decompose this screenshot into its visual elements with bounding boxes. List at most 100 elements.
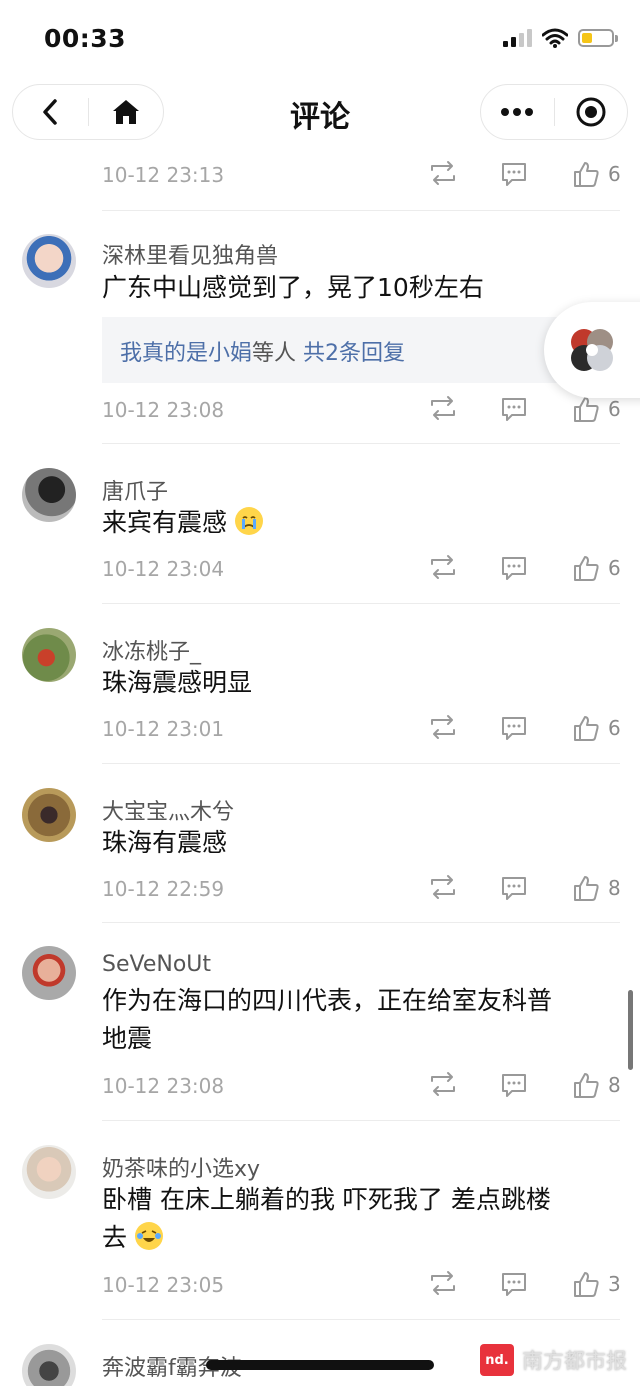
reply-button[interactable] [500, 874, 528, 902]
reply-summary[interactable]: 我真的是小娟等人 共2条回复 [102, 317, 620, 383]
thumbs-up-icon [574, 876, 599, 901]
comment-bubble-icon [502, 717, 526, 740]
share-button[interactable] [428, 554, 458, 580]
like-count: 6 [608, 397, 621, 421]
avatar[interactable] [22, 1344, 76, 1386]
like-count: 6 [608, 162, 621, 186]
comment-item: 唐爪子 来宾有震感 10-12 23:04 6 [0, 444, 640, 604]
like-button[interactable]: 6 [572, 160, 621, 188]
reply-user-link[interactable]: 我真的是小娟 [120, 341, 252, 366]
thumbs-up-icon [574, 1073, 599, 1098]
newspaper-logo-icon: nd. [480, 1344, 514, 1376]
share-button[interactable] [428, 160, 458, 186]
reply-button[interactable] [500, 714, 528, 742]
repost-icon [431, 1072, 455, 1096]
comment-item: 奶茶味的小选xy 卧槽 在床上躺着的我 吓死我了 差点跳楼 去 10-12 23… [0, 1121, 640, 1321]
close-miniprogram-button[interactable] [555, 85, 628, 139]
pinwheel-logo-icon [571, 329, 613, 371]
avatar[interactable] [22, 468, 76, 522]
comment-item: 深林里看见独角兽 广东中山感觉到了，晃了10秒左右 我真的是小娟等人 共2条回复… [0, 212, 640, 444]
comment-username[interactable]: 唐爪子 [102, 474, 168, 506]
share-button[interactable] [428, 874, 458, 900]
avatar[interactable] [22, 1145, 76, 1199]
thumbs-up-icon [574, 556, 599, 581]
comment-time: 10-12 23:08 [102, 1074, 225, 1098]
comment-text-line: 去 [102, 1219, 614, 1257]
floating-action-button[interactable] [544, 302, 640, 398]
comment-username[interactable]: 大宝宝灬木兮 [102, 794, 234, 826]
comment-time: 10-12 23:08 [102, 398, 225, 422]
scrollbar[interactable] [628, 990, 633, 1070]
avatar[interactable] [22, 788, 76, 842]
avatar[interactable] [22, 628, 76, 682]
wifi-icon [542, 28, 568, 48]
share-button[interactable] [428, 1071, 458, 1097]
thumbs-up-icon [574, 1272, 599, 1297]
laughing-tears-emoji-icon [134, 1222, 163, 1250]
thumbs-up-icon [574, 397, 599, 422]
comment-time: 10-12 23:05 [102, 1273, 225, 1297]
nav-capsule-right [480, 84, 628, 140]
more-button[interactable] [481, 85, 554, 139]
comment-item: 冰冻桃子_ 珠海震感明显 10-12 23:01 6 [0, 604, 640, 764]
comment-time: 10-12 23:01 [102, 717, 225, 741]
repost-icon [431, 555, 455, 579]
crying-emoji-icon [234, 507, 263, 535]
like-button[interactable]: 6 [572, 395, 621, 423]
like-button[interactable]: 8 [572, 1071, 621, 1099]
status-icons [503, 28, 618, 48]
reply-summary-text: 我真的是小娟等人 共2条回复 [120, 335, 405, 367]
like-button[interactable]: 6 [572, 554, 621, 582]
share-button[interactable] [428, 1270, 458, 1296]
reply-mid-text: 等人 [252, 341, 297, 366]
thumbs-up-icon [574, 162, 599, 187]
comment-text: 卧槽 在床上躺着的我 吓死我了 差点跳楼 去 [102, 1181, 614, 1257]
share-button[interactable] [428, 395, 458, 421]
comment-time: 10-12 22:59 [102, 877, 225, 901]
reply-button[interactable] [500, 1071, 528, 1099]
reply-count-link[interactable]: 共2条回复 [303, 341, 405, 366]
comment-username[interactable]: 奶茶味的小选xy [102, 1151, 260, 1183]
comment-text-line: 卧槽 在床上躺着的我 吓死我了 差点跳楼 [102, 1185, 551, 1214]
comment-text: 广东中山感觉到了，晃了10秒左右 [102, 273, 484, 302]
home-indicator[interactable] [206, 1360, 434, 1370]
like-count: 8 [608, 1073, 621, 1097]
avatar[interactable] [22, 234, 76, 288]
repost-icon [431, 1271, 455, 1295]
comment-time: 10-12 23:04 [102, 557, 225, 581]
reply-button[interactable] [500, 160, 528, 188]
repost-icon [431, 715, 455, 739]
like-button[interactable]: 8 [572, 874, 621, 902]
repost-icon [431, 396, 455, 420]
status-bar: 00:33 [0, 0, 640, 78]
comment-text: 珠海有震感 [102, 828, 228, 857]
reply-button[interactable] [500, 1270, 528, 1298]
status-time: 00:33 [44, 24, 127, 53]
divider [102, 210, 620, 211]
like-button[interactable]: 6 [572, 714, 621, 742]
comment-bubble-icon [502, 163, 526, 186]
reply-button[interactable] [500, 395, 528, 423]
reply-button[interactable] [500, 554, 528, 582]
comment-username[interactable]: SeVeNoUt [102, 952, 211, 977]
comment-username[interactable]: 冰冻桃子_ [102, 634, 201, 666]
watermark: nd. 南方都市报 [480, 1344, 627, 1376]
like-count: 6 [608, 716, 621, 740]
like-count: 8 [608, 876, 621, 900]
share-button[interactable] [428, 714, 458, 740]
comment-username[interactable]: 深林里看见独角兽 [102, 238, 278, 270]
avatar[interactable] [22, 946, 76, 1000]
like-button[interactable]: 3 [572, 1270, 621, 1298]
comment-time: 10-12 23:13 [102, 163, 225, 187]
signal-icon [503, 29, 532, 47]
like-count: 6 [608, 556, 621, 580]
comment-text-body: 来宾有震感 [102, 508, 228, 537]
watermark-text: 南方都市报 [522, 1349, 627, 1373]
repost-icon [431, 875, 455, 899]
comment-bubble-icon [502, 877, 526, 900]
like-count: 3 [608, 1272, 621, 1296]
comment-item: 大宝宝灬木兮 珠海有震感 10-12 22:59 8 [0, 764, 640, 924]
comment-bubble-icon [502, 398, 526, 421]
comment-text-line: 作为在海口的四川代表，正在给室友科普 [102, 986, 553, 1015]
comment-item: SeVeNoUt 作为在海口的四川代表，正在给室友科普 地震 10-12 23:… [0, 922, 640, 1122]
